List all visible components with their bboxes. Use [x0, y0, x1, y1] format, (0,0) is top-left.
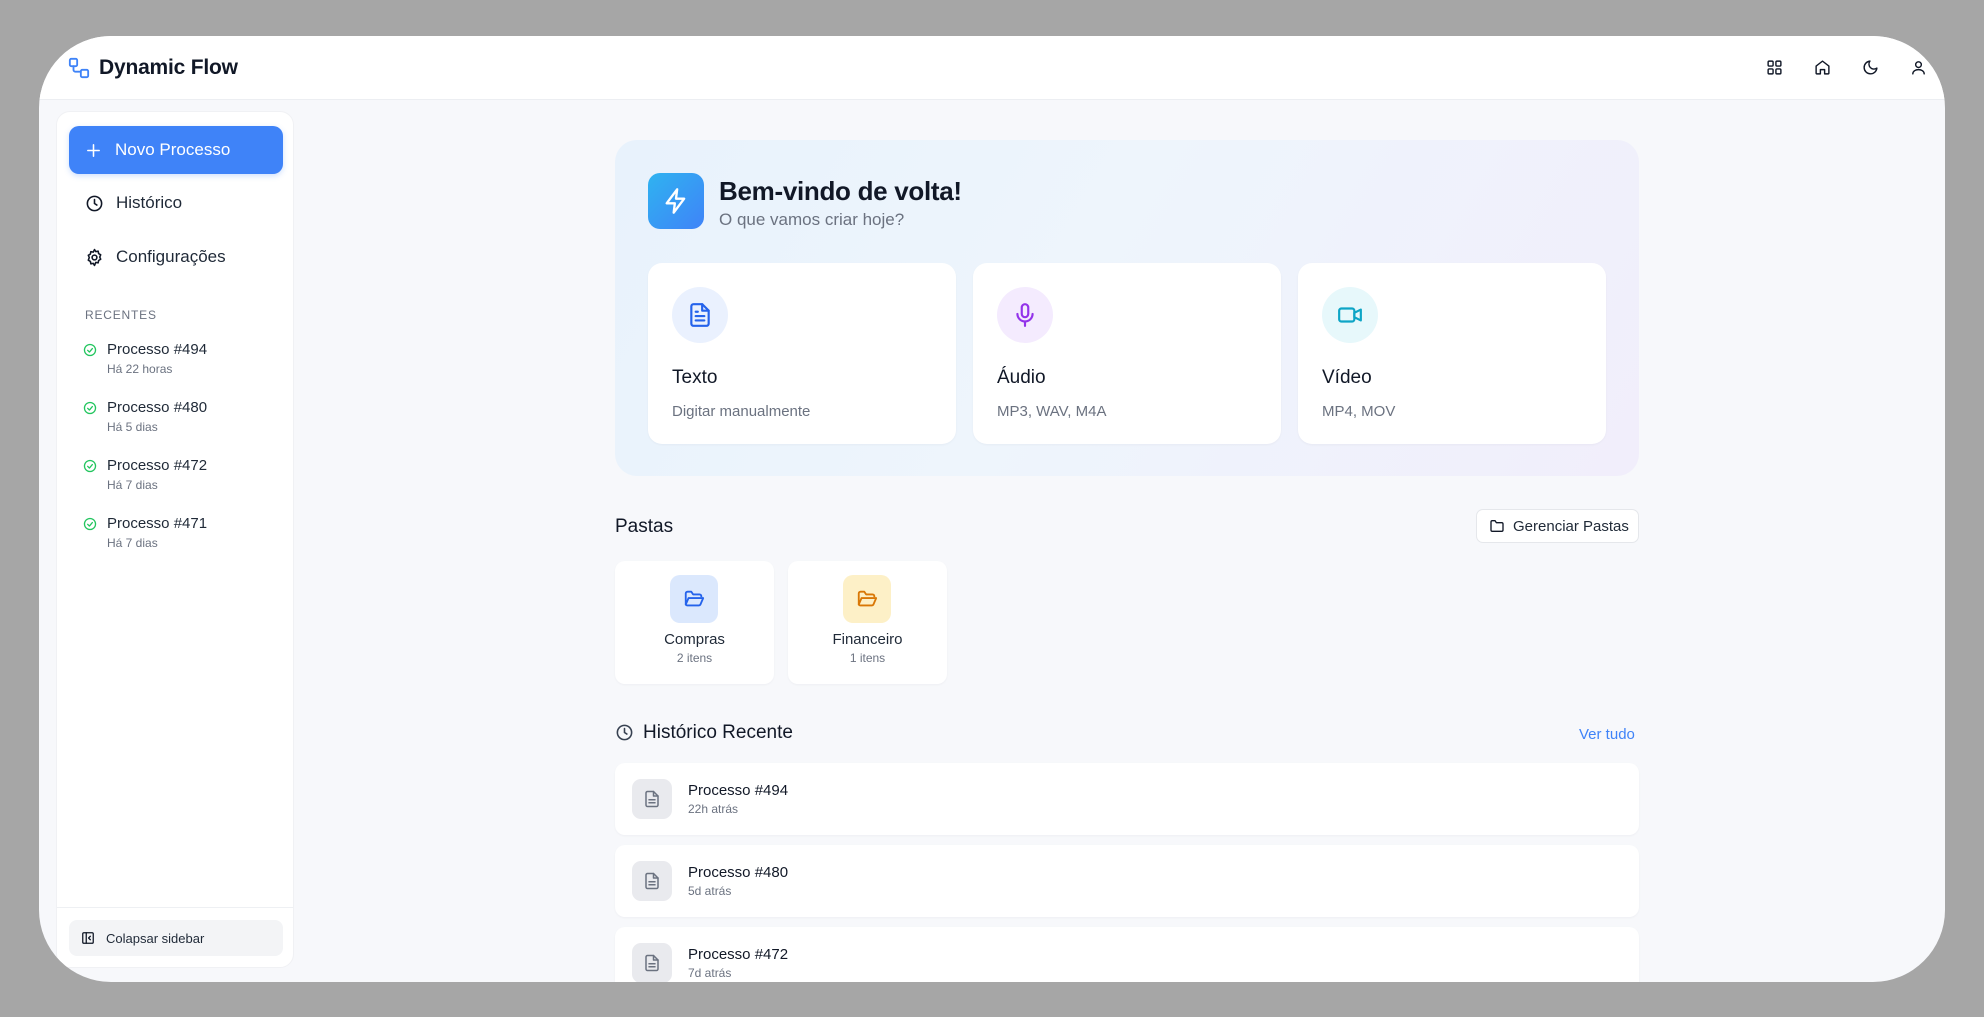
- recent-item[interactable]: Processo #480 Há 5 dias: [83, 399, 283, 443]
- recent-item-name: Processo #494: [107, 341, 208, 358]
- top-actions: [1737, 56, 1929, 78]
- collapse-sidebar-button[interactable]: Colapsar sidebar: [69, 920, 283, 956]
- sidebar-item-history[interactable]: Histórico: [69, 181, 283, 225]
- history-time: 22h atrás: [688, 802, 739, 816]
- history-row[interactable]: Processo #480 5d atrás: [615, 845, 1639, 917]
- check-circle-icon: [83, 459, 97, 473]
- create-text-card[interactable]: Texto Digitar manualmente: [648, 263, 956, 444]
- document-icon: [690, 303, 710, 327]
- history-time: 7d atrás: [688, 966, 732, 980]
- folders-title: Pastas: [615, 516, 674, 537]
- manage-folders-button[interactable]: Gerenciar Pastas: [1476, 509, 1639, 543]
- theme-toggle-button[interactable]: [1859, 56, 1881, 78]
- recent-item-name: Processo #480: [107, 399, 208, 416]
- sidebar-item-label: Configurações: [116, 247, 226, 266]
- sidebar-item-label: Histórico: [116, 193, 183, 212]
- history-title: Histórico Recente: [643, 722, 793, 743]
- card-subtitle: MP3, WAV, M4A: [997, 403, 1107, 420]
- clock-icon: [616, 724, 633, 741]
- folder-card[interactable]: Financeiro 1 itens: [788, 561, 947, 684]
- new-process-button[interactable]: Novo Processo: [69, 126, 283, 174]
- folder-open-icon: [857, 590, 878, 607]
- hero-badge: [648, 173, 704, 229]
- grid-button[interactable]: [1763, 56, 1785, 78]
- see-all-link[interactable]: Ver tudo: [1579, 726, 1635, 743]
- create-video-card[interactable]: Vídeo MP4, MOV: [1298, 263, 1606, 444]
- check-circle-icon: [83, 343, 97, 357]
- recent-item-name: Processo #472: [107, 457, 208, 474]
- history-name: Processo #494: [688, 782, 789, 799]
- recent-item-name: Processo #471: [107, 515, 208, 532]
- welcome-panel: Bem-vindo de volta! O que vamos criar ho…: [615, 140, 1639, 476]
- sidebar-footer: Colapsar sidebar: [57, 907, 293, 967]
- brand[interactable]: Dynamic Flow: [68, 56, 238, 80]
- moon-icon: [1863, 59, 1878, 74]
- recent-item-time: Há 7 dias: [107, 478, 158, 492]
- recent-section-label: RECENTES: [85, 308, 157, 322]
- grid-icon: [1766, 59, 1782, 75]
- gear-icon: [87, 248, 102, 266]
- document-icon: [645, 954, 659, 972]
- history-name: Processo #480: [688, 864, 789, 881]
- create-audio-card[interactable]: Áudio MP3, WAV, M4A: [973, 263, 1281, 444]
- user-icon: [1911, 60, 1925, 75]
- flow-logo-icon: [68, 57, 90, 79]
- history-icon-badge: [632, 779, 672, 819]
- manage-folders-label: Gerenciar Pastas: [1513, 517, 1629, 535]
- card-icon-badge: [672, 287, 728, 343]
- sidebar: Novo Processo Histórico Configurações RE…: [56, 111, 294, 968]
- app-window: Dynamic Flow Novo Processo Histórico Con…: [39, 36, 1945, 982]
- document-icon: [645, 872, 659, 890]
- sidebar-item-settings[interactable]: Configurações: [69, 235, 283, 279]
- recent-item[interactable]: Processo #471 Há 7 dias: [83, 515, 283, 559]
- history-icon-badge: [632, 861, 672, 901]
- welcome-subtitle: O que vamos criar hoje?: [719, 210, 905, 229]
- document-icon: [645, 790, 659, 808]
- card-icon-badge: [1322, 287, 1378, 343]
- lightning-icon: [665, 188, 686, 214]
- history-icon-badge: [632, 943, 672, 982]
- sidebar-collapse-icon: [82, 932, 94, 944]
- history-time: 5d atrás: [688, 884, 732, 898]
- home-icon: [1814, 59, 1830, 75]
- folder-name: Compras: [664, 631, 725, 648]
- folder-icon: [1490, 520, 1504, 532]
- card-title: Áudio: [997, 367, 1046, 388]
- card-title: Vídeo: [1322, 367, 1372, 388]
- recent-item-time: Há 7 dias: [107, 536, 158, 550]
- home-button[interactable]: [1811, 56, 1833, 78]
- check-circle-icon: [83, 517, 97, 531]
- collapse-sidebar-label: Colapsar sidebar: [106, 930, 205, 946]
- recent-item[interactable]: Processo #494 Há 22 horas: [83, 341, 283, 385]
- card-icon-badge: [997, 287, 1053, 343]
- video-icon: [1338, 307, 1362, 323]
- folder-open-icon: [684, 590, 705, 607]
- new-process-label: Novo Processo: [115, 140, 231, 159]
- app-title: Dynamic Flow: [99, 56, 238, 79]
- microphone-icon: [1016, 303, 1034, 327]
- history-row[interactable]: Processo #472 7d atrás: [615, 927, 1639, 982]
- folder-count: 1 itens: [849, 651, 886, 665]
- top-bar: Dynamic Flow: [39, 36, 1945, 100]
- history-name: Processo #472: [688, 946, 789, 963]
- plus-icon: [87, 143, 100, 157]
- welcome-title: Bem-vindo de volta!: [719, 176, 962, 206]
- recent-item-time: Há 22 horas: [107, 362, 173, 376]
- card-title: Texto: [672, 367, 718, 388]
- card-subtitle: MP4, MOV: [1322, 403, 1396, 420]
- recent-item-time: Há 5 dias: [107, 420, 158, 434]
- card-subtitle: Digitar manualmente: [672, 403, 811, 420]
- check-circle-icon: [83, 401, 97, 415]
- clock-icon: [86, 195, 103, 211]
- folder-card[interactable]: Compras 2 itens: [615, 561, 774, 684]
- folder-name: Financeiro: [832, 631, 903, 648]
- history-row[interactable]: Processo #494 22h atrás: [615, 763, 1639, 835]
- recent-item[interactable]: Processo #472 Há 7 dias: [83, 457, 283, 501]
- folder-count: 2 itens: [676, 651, 713, 665]
- folder-icon-badge: [670, 575, 718, 623]
- profile-button[interactable]: [1907, 56, 1929, 78]
- folder-icon-badge: [843, 575, 891, 623]
